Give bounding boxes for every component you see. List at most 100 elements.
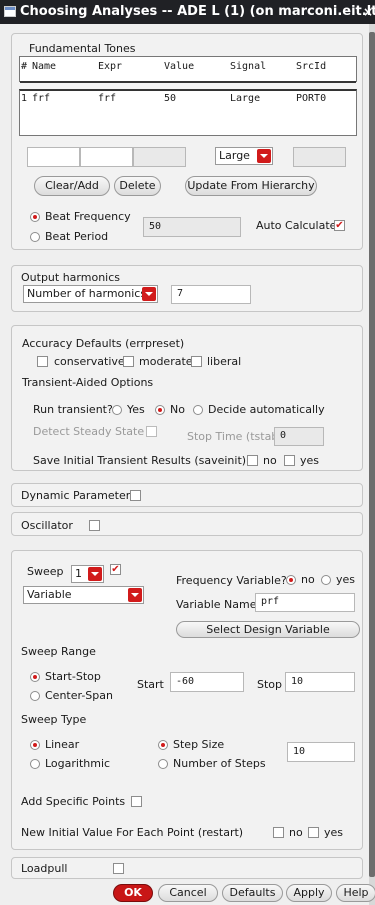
dynamic-parameter-panel: Dynamic Parameter: [11, 483, 363, 507]
window-menu-icon[interactable]: [4, 6, 16, 17]
close-icon[interactable]: ×: [363, 0, 373, 24]
save-initial-yes-label: yes: [300, 454, 320, 467]
chevron-down-icon: [128, 588, 142, 602]
start-stop-label: Start-Stop: [45, 670, 101, 683]
tone-srcid-field[interactable]: [293, 147, 346, 167]
chevron-down-icon: [142, 287, 156, 301]
window-title: Choosing Analyses -- ADE L (1) (on marco…: [20, 4, 375, 19]
update-from-hierarchy-button[interactable]: Update From Hierarchy: [185, 176, 317, 196]
sweep-label: Sweep: [27, 565, 64, 578]
cell-srcid: PORT0: [296, 93, 327, 104]
cell-expr: frf: [98, 93, 117, 104]
frequency-variable-yes-label: yes: [336, 573, 356, 586]
auto-calculate-checkbox[interactable]: ✔: [334, 220, 345, 231]
loadpull-panel: Loadpull: [11, 857, 363, 879]
clear-add-button[interactable]: Clear/Add: [34, 176, 110, 196]
save-initial-no-checkbox[interactable]: [247, 455, 258, 466]
start-stop-radio[interactable]: [30, 672, 40, 682]
signal-type-select[interactable]: Large: [215, 147, 273, 165]
run-transient-yes-label: Yes: [127, 403, 145, 416]
chevron-down-icon: [88, 567, 102, 581]
tone-expr-field[interactable]: [80, 147, 133, 167]
run-transient-no-radio[interactable]: [155, 405, 165, 415]
run-transient-auto-radio[interactable]: [193, 405, 203, 415]
tone-value-field[interactable]: [133, 147, 186, 167]
signal-type-value: Large: [219, 149, 250, 162]
number-of-steps-radio[interactable]: [158, 759, 168, 769]
conservative-checkbox[interactable]: [37, 356, 48, 367]
defaults-button[interactable]: Defaults: [222, 884, 283, 902]
harmonics-mode-select[interactable]: Number of harmonics: [23, 285, 158, 303]
run-transient-label: Run transient?: [33, 403, 113, 416]
variable-name-label: Variable Name: [176, 598, 257, 611]
sweep-variable-select[interactable]: Variable: [23, 586, 144, 604]
tone-name-field[interactable]: [27, 147, 80, 167]
delete-button[interactable]: Delete: [114, 176, 161, 196]
beat-frequency-label: Beat Frequency: [45, 210, 131, 223]
apply-button[interactable]: Apply: [286, 884, 332, 902]
variable-name-field[interactable]: prf: [255, 593, 355, 612]
column-header-srcid: SrcId: [296, 61, 327, 72]
help-button[interactable]: Help: [336, 884, 375, 902]
frequency-variable-yes-radio[interactable]: [321, 575, 331, 585]
frequency-variable-label: Frequency Variable?: [176, 574, 287, 587]
select-design-variable-button[interactable]: Select Design Variable: [176, 621, 360, 638]
loadpull-checkbox[interactable]: [113, 863, 124, 874]
oscillator-checkbox[interactable]: [89, 520, 100, 531]
run-transient-auto-label: Decide automatically: [208, 403, 325, 416]
logarithmic-radio[interactable]: [30, 759, 40, 769]
ok-button[interactable]: OK: [113, 884, 153, 902]
table-row[interactable]: 1 frf frf 50 Large PORT0: [20, 93, 356, 107]
sweep-count-select[interactable]: 1: [71, 565, 104, 583]
beat-frequency-radio[interactable]: [30, 212, 40, 222]
add-specific-points-checkbox[interactable]: [131, 796, 142, 807]
detect-steady-state-checkbox[interactable]: [146, 426, 157, 437]
beat-period-radio[interactable]: [30, 232, 40, 242]
column-header-signal: Signal: [230, 61, 267, 72]
moderate-label: moderate: [139, 355, 193, 368]
liberal-label: liberal: [207, 355, 242, 368]
step-value-field[interactable]: 10: [287, 742, 355, 762]
center-span-label: Center-Span: [45, 689, 113, 702]
run-transient-yes-radio[interactable]: [112, 405, 122, 415]
liberal-checkbox[interactable]: [191, 356, 202, 367]
scrollbar-thumb[interactable]: [369, 32, 375, 877]
stop-time-label: Stop Time (tstab): [187, 430, 283, 443]
cell-num: 1: [21, 93, 28, 104]
conservative-label: conservative: [54, 355, 125, 368]
save-initial-yes-checkbox[interactable]: [284, 455, 295, 466]
start-field[interactable]: -60: [170, 672, 244, 692]
sweep-type-title: Sweep Type: [21, 713, 87, 726]
harmonics-value-field[interactable]: 7: [171, 285, 251, 304]
step-size-radio[interactable]: [158, 740, 168, 750]
dynamic-parameter-checkbox[interactable]: [130, 490, 141, 501]
detect-steady-state-label: Detect Steady State: [33, 425, 145, 438]
stop-field[interactable]: 10: [285, 672, 355, 692]
restart-yes-checkbox[interactable]: [308, 827, 319, 838]
cell-signal: Large: [230, 93, 261, 104]
tones-table-body[interactable]: 1 frf frf 50 Large PORT0: [19, 89, 357, 136]
linear-radio[interactable]: [30, 740, 40, 750]
cancel-button[interactable]: Cancel: [158, 884, 218, 902]
beat-value-field[interactable]: 50: [143, 217, 241, 237]
window-titlebar[interactable]: Choosing Analyses -- ADE L (1) (on marco…: [0, 0, 375, 24]
run-transient-no-label: No: [170, 403, 185, 416]
restart-label: New Initial Value For Each Point (restar…: [21, 826, 244, 839]
oscillator-panel: Oscillator: [11, 512, 363, 536]
restart-no-checkbox[interactable]: [273, 827, 284, 838]
stop-time-field[interactable]: 0: [274, 427, 324, 446]
save-initial-label: Save Initial Transient Results (saveinit…: [33, 454, 247, 467]
sweep-enable-checkbox[interactable]: ✔: [110, 564, 121, 575]
sweep-variable-value: Variable: [27, 588, 72, 601]
add-specific-points-label: Add Specific Points: [21, 795, 126, 808]
logarithmic-label: Logarithmic: [45, 757, 111, 770]
moderate-checkbox[interactable]: [123, 356, 134, 367]
column-header-value: Value: [164, 61, 195, 72]
center-span-radio[interactable]: [30, 691, 40, 701]
cell-value: 50: [164, 93, 177, 104]
column-header-num: #: [21, 61, 28, 72]
number-of-steps-label: Number of Steps: [173, 757, 266, 770]
oscillator-label: Oscillator: [21, 519, 73, 532]
restart-yes-label: yes: [324, 826, 344, 839]
frequency-variable-no-radio[interactable]: [286, 575, 296, 585]
